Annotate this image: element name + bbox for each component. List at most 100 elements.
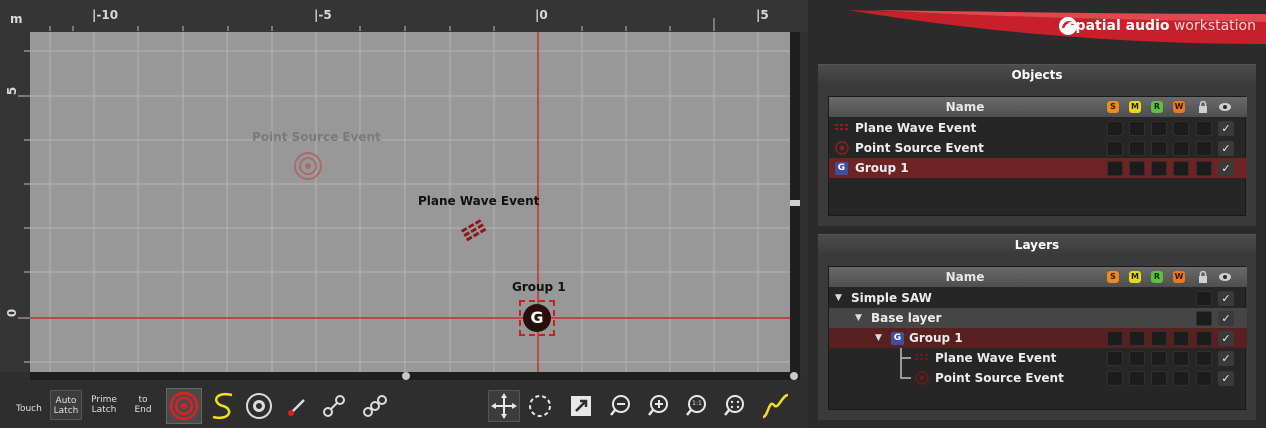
layers-row[interactable]: ▼ Simple SAW ✓ (829, 288, 1247, 308)
objects-row-selected[interactable]: G Group 1 ✓ (829, 158, 1247, 178)
objects-row[interactable]: Point Source Event ✓ (829, 138, 1247, 158)
horizontal-scroll-thumb[interactable] (402, 372, 410, 380)
solo-toggle[interactable] (1107, 141, 1123, 156)
visibility-checkbox[interactable]: ✓ (1218, 161, 1234, 176)
layers-row[interactable]: ▼ Base layer ✓ (829, 308, 1247, 328)
touch-mode-button[interactable]: Touch (16, 404, 42, 414)
point-source-icon[interactable] (293, 151, 323, 181)
layers-row-selected[interactable]: ▼ G Group 1 ✓ (829, 328, 1247, 348)
visibility-checkbox[interactable]: ✓ (1218, 141, 1234, 156)
name-column-header[interactable]: Name (829, 97, 1101, 117)
zoom-in-icon[interactable] (646, 393, 672, 419)
lock-toggle[interactable] (1196, 311, 1212, 326)
write-toggle[interactable] (1173, 331, 1189, 346)
visibility-checkbox[interactable]: ✓ (1218, 311, 1234, 326)
objects-list: Name S M R W Plane Wave Event ✓ Point So… (828, 96, 1247, 216)
record-toggle[interactable] (1151, 331, 1167, 346)
layers-column-header: Name S M R W (829, 267, 1247, 287)
write-toggle[interactable] (1173, 161, 1189, 176)
lock-toggle[interactable] (1196, 291, 1212, 306)
record-column-header[interactable]: R (1151, 271, 1163, 283)
auto-latch-button[interactable]: Auto Latch (50, 390, 82, 420)
write-toggle[interactable] (1173, 121, 1189, 136)
mute-column-header[interactable]: M (1129, 101, 1141, 113)
solo-toggle[interactable] (1107, 161, 1123, 176)
visibility-checkbox[interactable]: ✓ (1218, 291, 1234, 306)
layers-row[interactable]: Point Source Event ✓ (829, 368, 1247, 388)
zoom-out-icon[interactable] (608, 393, 634, 419)
lock-toggle[interactable] (1196, 141, 1212, 156)
visibility-checkbox[interactable]: ✓ (1218, 331, 1234, 346)
lock-toggle[interactable] (1196, 161, 1212, 176)
mute-column-header[interactable]: M (1129, 271, 1141, 283)
chain-link-icon[interactable] (360, 392, 390, 420)
rotate-icon[interactable] (526, 392, 554, 420)
collapse-triangle-icon[interactable]: ▼ (875, 328, 882, 348)
scroll-corner-handle[interactable] (790, 372, 798, 380)
lock-toggle[interactable] (1196, 351, 1212, 366)
vertical-scroll-thumb[interactable] (790, 200, 800, 206)
prime-latch-line-2: Latch (91, 405, 117, 415)
mute-toggle[interactable] (1129, 121, 1145, 136)
lock-toggle[interactable] (1196, 371, 1212, 386)
name-column-header[interactable]: Name (829, 267, 1101, 287)
zoom-fit-icon[interactable] (722, 393, 748, 419)
record-toggle[interactable] (1151, 371, 1167, 386)
solo-toggle[interactable] (1107, 351, 1123, 366)
prime-latch-button[interactable]: Prime Latch (88, 390, 120, 420)
lock-toggle[interactable] (1196, 121, 1212, 136)
record-toggle[interactable] (1151, 351, 1167, 366)
layers-row[interactable]: Plane Wave Event ✓ (829, 348, 1247, 379)
write-column-header[interactable]: W (1173, 101, 1185, 113)
eye-icon[interactable] (1218, 271, 1232, 283)
ruler-ticks (49, 18, 715, 31)
visibility-checkbox[interactable]: ✓ (1218, 351, 1234, 366)
solo-toggle[interactable] (1107, 331, 1123, 346)
lock-toggle[interactable] (1196, 331, 1212, 346)
eye-icon[interactable] (1218, 101, 1232, 113)
spatial-canvas[interactable]: Point Source Event Plane Wave Event Grou… (30, 32, 790, 372)
plane-wave-icon[interactable] (460, 218, 494, 242)
brand-name-bold: spatial audio (1067, 18, 1170, 34)
automation-curve-icon[interactable] (760, 391, 790, 421)
mute-toggle[interactable] (1129, 371, 1145, 386)
objects-section-header[interactable]: Objects (818, 64, 1256, 84)
mute-toggle[interactable] (1129, 331, 1145, 346)
solo-toggle[interactable] (1107, 121, 1123, 136)
link-icon[interactable] (320, 392, 348, 420)
scale-icon[interactable] (568, 393, 594, 419)
mute-toggle[interactable] (1129, 351, 1145, 366)
record-toggle[interactable] (1151, 121, 1167, 136)
lock-icon[interactable] (1197, 271, 1209, 283)
write-toggle[interactable] (1173, 371, 1189, 386)
move-tool-button[interactable] (488, 390, 520, 422)
vertical-scrollbar[interactable] (790, 32, 800, 372)
curve-s-icon[interactable] (208, 389, 238, 423)
solo-toggle[interactable] (1107, 371, 1123, 386)
mute-toggle[interactable] (1129, 161, 1145, 176)
target-tool-button[interactable] (166, 388, 202, 424)
objects-row[interactable]: Plane Wave Event ✓ (829, 118, 1247, 138)
lock-icon[interactable] (1197, 101, 1209, 113)
solo-column-header[interactable]: S (1107, 271, 1119, 283)
collapse-triangle-icon[interactable]: ▼ (835, 288, 842, 308)
plane-wave-icon (835, 124, 848, 130)
pen-arrow-icon[interactable] (284, 392, 312, 420)
rotate-knob-icon[interactable] (244, 391, 274, 421)
visibility-checkbox[interactable]: ✓ (1218, 371, 1234, 386)
mute-toggle[interactable] (1129, 141, 1145, 156)
group-selection-frame[interactable]: G (519, 300, 555, 336)
write-toggle[interactable] (1173, 141, 1189, 156)
zoom-1-1-button[interactable]: 1:1 (684, 393, 710, 419)
solo-column-header[interactable]: S (1107, 101, 1119, 113)
write-toggle[interactable] (1173, 351, 1189, 366)
layers-section-header[interactable]: Layers (818, 234, 1256, 254)
record-toggle[interactable] (1151, 141, 1167, 156)
write-column-header[interactable]: W (1173, 271, 1185, 283)
record-column-header[interactable]: R (1151, 101, 1163, 113)
horizontal-scrollbar[interactable] (30, 372, 800, 380)
collapse-triangle-icon[interactable]: ▼ (855, 308, 862, 328)
record-toggle[interactable] (1151, 161, 1167, 176)
visibility-checkbox[interactable]: ✓ (1218, 121, 1234, 136)
to-end-button[interactable]: to End (128, 390, 158, 420)
